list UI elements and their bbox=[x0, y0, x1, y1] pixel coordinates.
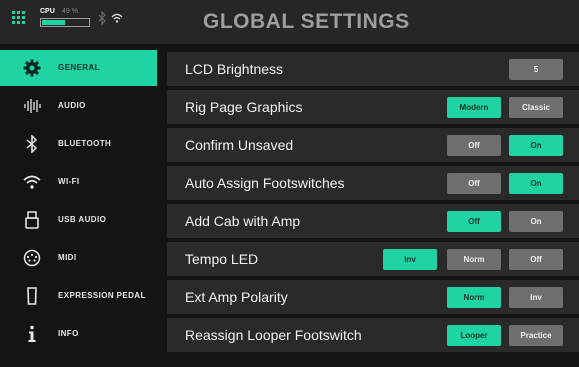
off-option-button[interactable]: Off bbox=[509, 249, 563, 270]
sidebar-item-usb-audio[interactable]: USB AUDIO bbox=[0, 202, 157, 238]
sidebar-item-label: GENERAL bbox=[58, 63, 100, 72]
sidebar-item-general[interactable]: GENERAL bbox=[0, 50, 157, 86]
norm-option-button[interactable]: Norm bbox=[447, 249, 501, 270]
sidebar-item-wifi[interactable]: WI-FI bbox=[0, 164, 157, 200]
wifi-icon bbox=[23, 175, 41, 189]
cpu-load-bar bbox=[40, 18, 90, 27]
sidebar-item-label: USB AUDIO bbox=[58, 215, 107, 224]
setting-row-rig-page-graphics: Rig Page Graphics Modern Classic bbox=[167, 90, 579, 124]
modern-option-button[interactable]: Modern bbox=[447, 97, 501, 118]
setting-label: Add Cab with Amp bbox=[185, 213, 301, 229]
cpu-label: CPU bbox=[40, 8, 55, 15]
sidebar-item-info[interactable]: INFO bbox=[0, 316, 157, 352]
bluetooth-icon bbox=[26, 135, 38, 153]
off-option-button[interactable]: Off bbox=[447, 135, 501, 156]
page-title: GLOBAL SETTINGS bbox=[203, 10, 410, 33]
sidebar-item-label: EXPRESSION PEDAL bbox=[58, 291, 146, 300]
inv-option-button[interactable]: Inv bbox=[509, 287, 563, 308]
classic-option-button[interactable]: Classic bbox=[509, 97, 563, 118]
sidebar-item-label: MIDI bbox=[58, 253, 77, 262]
expression-pedal-icon bbox=[27, 287, 37, 305]
bluetooth-icon bbox=[98, 11, 106, 25]
sidebar: GENERAL AUDIO BLUETOOTH WI-FI USB AUDIO bbox=[0, 50, 157, 367]
setting-label: LCD Brightness bbox=[185, 61, 284, 77]
setting-row-ext-amp-polarity: Ext Amp Polarity Norm Inv bbox=[167, 280, 579, 314]
sidebar-item-expression-pedal[interactable]: EXPRESSION PEDAL bbox=[0, 278, 157, 314]
sidebar-item-label: BLUETOOTH bbox=[58, 139, 112, 148]
sidebar-item-label: INFO bbox=[58, 329, 79, 338]
sidebar-item-bluetooth[interactable]: BLUETOOTH bbox=[0, 126, 157, 162]
looper-option-button[interactable]: Looper bbox=[447, 325, 501, 346]
inv-option-button[interactable]: Inv bbox=[383, 249, 437, 270]
sidebar-item-label: AUDIO bbox=[58, 101, 86, 110]
top-status-bar: CPU 49 % GLOBAL SETTINGS bbox=[0, 0, 579, 44]
setting-row-confirm-unsaved: Confirm Unsaved Off On bbox=[167, 128, 579, 162]
midi-connector-icon bbox=[23, 249, 41, 267]
setting-label: Auto Assign Footswitches bbox=[185, 175, 345, 191]
info-icon bbox=[28, 325, 36, 342]
setting-label: Ext Amp Polarity bbox=[185, 289, 288, 305]
grid-menu-icon[interactable] bbox=[12, 11, 26, 25]
on-option-button[interactable]: On bbox=[509, 135, 563, 156]
setting-row-add-cab-with-amp: Add Cab with Amp Off On bbox=[167, 204, 579, 238]
cpu-percent: 49 % bbox=[62, 8, 78, 15]
on-option-button[interactable]: On bbox=[509, 173, 563, 194]
setting-row-tempo-led: Tempo LED Inv Norm Off bbox=[167, 242, 579, 276]
sidebar-item-label: WI-FI bbox=[58, 177, 80, 186]
setting-row-reassign-looper-footswitch: Reassign Looper Footswitch Looper Practi… bbox=[167, 318, 579, 352]
lcd-brightness-value-button[interactable]: 5 bbox=[509, 59, 563, 80]
usb-icon bbox=[25, 211, 39, 229]
off-option-button[interactable]: Off bbox=[447, 173, 501, 194]
setting-label: Tempo LED bbox=[185, 251, 259, 267]
sidebar-item-midi[interactable]: MIDI bbox=[0, 240, 157, 276]
norm-option-button[interactable]: Norm bbox=[447, 287, 501, 308]
audio-waveform-icon bbox=[24, 99, 41, 113]
on-option-button[interactable]: On bbox=[509, 211, 563, 232]
sidebar-item-audio[interactable]: AUDIO bbox=[0, 88, 157, 124]
setting-row-lcd-brightness: LCD Brightness 5 bbox=[167, 52, 579, 86]
cpu-load-fill bbox=[42, 20, 65, 25]
off-option-button[interactable]: Off bbox=[447, 211, 501, 232]
cpu-meter: CPU 49 % bbox=[40, 8, 92, 36]
setting-row-auto-assign-footswitches: Auto Assign Footswitches Off On bbox=[167, 166, 579, 200]
practice-option-button[interactable]: Practice bbox=[509, 325, 563, 346]
setting-label: Rig Page Graphics bbox=[185, 99, 303, 115]
setting-label: Reassign Looper Footswitch bbox=[185, 327, 362, 343]
gear-icon bbox=[23, 59, 41, 77]
wifi-icon bbox=[111, 13, 123, 23]
setting-label: Confirm Unsaved bbox=[185, 137, 294, 153]
